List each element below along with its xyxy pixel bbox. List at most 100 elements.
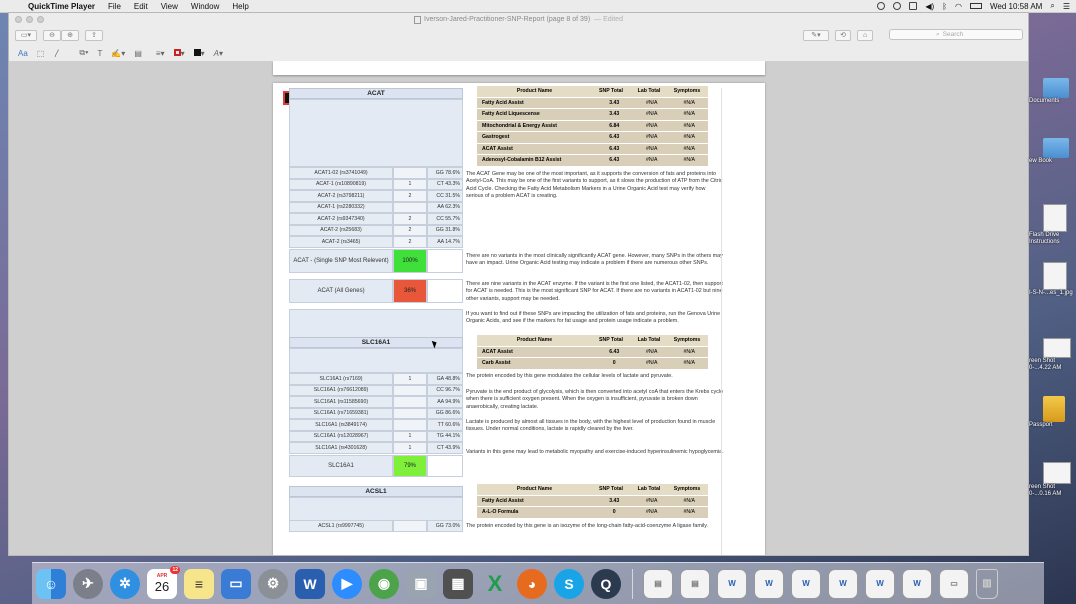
sign-icon[interactable]: ✍▾	[111, 49, 125, 58]
keynote-icon[interactable]: ▭	[221, 568, 251, 599]
calendar-icon[interactable]: APR 26 12	[147, 565, 180, 599]
close-window-button[interactable]	[15, 16, 22, 23]
product-row[interactable]: ACAT Assist 6.43 #N/A #N/A	[477, 143, 708, 155]
markup-toolbar: Aa ⬚ 〳 ⧉▾ T ✍▾ ▤ ≡▾ ▾ ▾ A▾	[9, 45, 1028, 62]
skype-icon[interactable]: S	[554, 568, 584, 599]
search-field[interactable]: ⌕ Search	[889, 29, 1023, 40]
launchpad-icon[interactable]: ✈	[73, 568, 103, 599]
status-menus: ◀) ᛒ ◠ Wed 10:58 AM ⌕ ☰	[877, 0, 1070, 12]
minimized-window-icon[interactable]: W	[717, 568, 747, 599]
network-utility-icon[interactable]: ◉	[369, 568, 399, 599]
desktop-item-book[interactable]: ew Book	[1029, 138, 1076, 165]
desktop-item-image[interactable]: I-S-N-...es_1.jpg	[1029, 262, 1076, 297]
share-button[interactable]: ⇪	[85, 29, 103, 41]
product-row[interactable]: Gastrogest 6.43 #N/A #N/A	[477, 132, 708, 144]
firefox-icon[interactable]: ◕	[517, 568, 547, 599]
system-preferences-icon[interactable]: ⚙	[258, 568, 288, 599]
product-row[interactable]: Adenosyl-Cobalamin B12 Assist 6.43 #N/A #N/…	[477, 155, 708, 167]
wifi-icon[interactable]: ◠	[955, 2, 962, 11]
word-icon[interactable]: W	[295, 568, 325, 599]
desktop-item-screenshot-2[interactable]: reen Shot 0-...0.16 AM	[1029, 462, 1076, 498]
shapes-icon[interactable]: ⧉▾	[79, 48, 88, 58]
desktop-item-label: I-S-N-...es_1.jpg	[1029, 290, 1073, 296]
border-color-icon[interactable]: ▾	[173, 48, 185, 58]
document-icon	[414, 15, 422, 24]
notes-icon[interactable]: ≡	[184, 568, 214, 599]
rectangular-selection-icon[interactable]: ⬚	[37, 49, 45, 58]
finder-icon[interactable]: ☺	[36, 568, 66, 599]
product-row[interactable]: Fatty Acid Assist 3.43 #N/A #N/A	[477, 495, 708, 507]
desktop-item-screenshot-1[interactable]: reen Shot 0-...4.22 AM	[1029, 338, 1076, 372]
calculator-icon[interactable]: ▦	[443, 568, 473, 599]
minimized-window-icon[interactable]: ▭	[939, 568, 969, 599]
document-viewer[interactable]: ACAT ACAT1-02 (rs3741049) GG 78.6% ACAT-1 (…	[9, 61, 1028, 555]
markup-pen-button[interactable]: ✎▾	[803, 29, 829, 41]
note-icon[interactable]: ▤	[134, 49, 142, 58]
minimized-window-icon[interactable]: W	[828, 568, 858, 599]
markup-toolbar-button[interactable]: ⌂	[857, 29, 873, 41]
product-header-cell: Product Name	[516, 486, 553, 493]
desktop-item-flash-drive[interactable]: Flash Drive Instructions	[1029, 204, 1076, 246]
font-icon[interactable]: A▾	[214, 49, 223, 58]
minimize-window-button[interactable]	[26, 16, 33, 23]
rotate-button[interactable]: ⟲	[835, 29, 851, 41]
volume-icon[interactable]: ◀)	[925, 2, 934, 11]
gene-header-spacer	[289, 99, 463, 167]
sketch-icon[interactable]: 〳	[53, 48, 61, 59]
menu-edit[interactable]: Edit	[134, 2, 148, 11]
airplay-icon[interactable]	[909, 2, 918, 10]
product-header-cell: SNP Total	[598, 486, 624, 493]
snp-count: 2	[393, 236, 427, 248]
menu-file[interactable]: File	[108, 2, 121, 11]
minimized-window-icon[interactable]: W	[791, 568, 821, 599]
fill-color-icon[interactable]: ▾	[193, 48, 205, 58]
snp-count	[393, 520, 427, 532]
product-row[interactable]: ACAT Assist 6.43 #N/A #N/A	[477, 346, 708, 358]
menu-window[interactable]: Window	[191, 2, 219, 11]
app-name-menu[interactable]: QuickTime Player	[28, 2, 95, 11]
product-header-cell: Symptoms	[673, 337, 701, 344]
menu-help[interactable]: Help	[232, 2, 248, 11]
document-stack-icon[interactable]: ▤	[643, 568, 673, 599]
record-icon[interactable]	[877, 2, 886, 10]
product-row[interactable]: Fatty Acid Assist 3.43 #N/A #N/A	[477, 97, 708, 109]
minimized-window-icon[interactable]: W	[754, 568, 784, 599]
desktop-item-label: Documents	[1029, 98, 1060, 104]
preview-icon[interactable]: ▣	[406, 568, 436, 599]
screenshot-thumbnail-icon	[1043, 338, 1071, 358]
product-cell: #N/A	[645, 134, 658, 141]
battery-icon[interactable]	[970, 3, 983, 9]
product-row[interactable]: Carb Assist 0 #N/A #N/A	[477, 358, 708, 370]
minimized-window-icon[interactable]: W	[865, 568, 895, 599]
notification-center-icon[interactable]: ☰	[1063, 2, 1070, 11]
gene-header-spacer	[289, 348, 463, 373]
zoom-icon[interactable]: ▶	[332, 568, 362, 599]
quicktime-icon[interactable]: Q	[591, 568, 621, 599]
document-stack-icon[interactable]: ▤	[680, 568, 710, 599]
zoom-window-button[interactable]	[37, 16, 44, 23]
snp-name: ACAT-2 (rs9347340)	[289, 213, 393, 225]
product-row[interactable]: Fatty Acid Liquescense 3.43 #N/A #N/A	[477, 109, 708, 121]
text-tool-icon[interactable]: T	[97, 49, 102, 58]
safari-icon[interactable]: ✲	[110, 568, 140, 599]
menu-view[interactable]: View	[161, 2, 178, 11]
desktop-item-documents[interactable]: Documents	[1029, 78, 1076, 105]
view-menu-button[interactable]: ▭▾	[15, 29, 37, 41]
desktop-item-passport[interactable]: Passport	[1029, 396, 1076, 429]
spotlight-icon[interactable]: ⌕	[1050, 1, 1054, 11]
menu-clock[interactable]: Wed 10:58 AM	[990, 2, 1042, 11]
snp-name: SLC16A1 (rs4301628)	[289, 442, 393, 454]
zoom-out-button[interactable]: ⊖	[43, 29, 61, 41]
product-row[interactable]: A-L-O Formula 0 #N/A #N/A	[477, 507, 708, 519]
zoom-in-button[interactable]: ⊕	[61, 29, 79, 41]
product-row[interactable]: Mitochondrial & Energy Assist 6.84 #N/A #N/…	[477, 120, 708, 132]
line-style-icon[interactable]: ≡▾	[156, 49, 165, 58]
sync-icon[interactable]	[893, 2, 902, 10]
excel-icon[interactable]: X	[480, 569, 510, 599]
edited-indicator[interactable]: — Edited	[594, 16, 623, 23]
minimized-window-icon[interactable]: W	[902, 568, 932, 599]
text-style-icon[interactable]: Aa	[18, 49, 28, 58]
trash-icon[interactable]: ▥	[976, 568, 998, 599]
gene-description: If you want to find out if these SNPs ar…	[466, 311, 721, 325]
bluetooth-icon[interactable]: ᛒ	[942, 2, 947, 11]
